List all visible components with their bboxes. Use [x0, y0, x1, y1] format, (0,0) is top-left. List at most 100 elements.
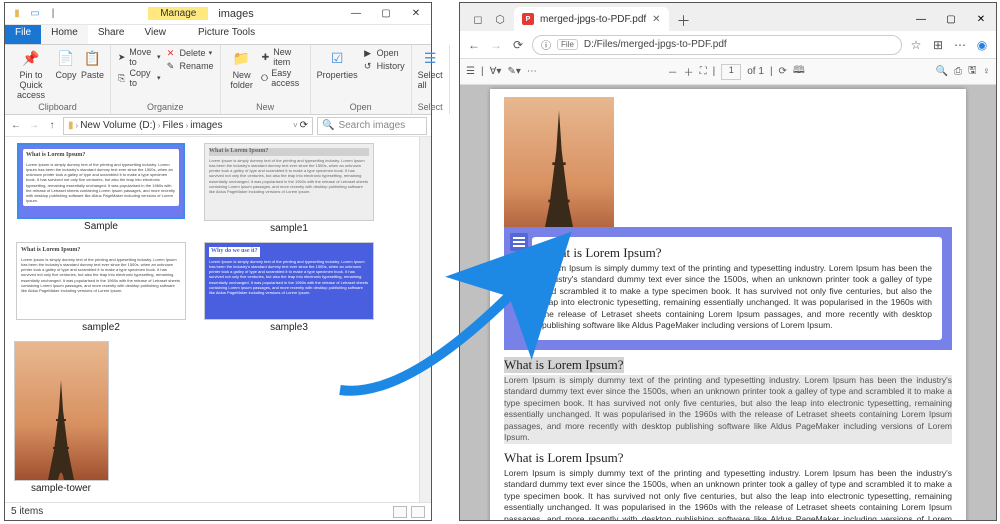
- rotate-button[interactable]: ⟳: [779, 66, 787, 77]
- fit-button[interactable]: ⛶: [700, 66, 707, 77]
- draw-undo-button[interactable]: ∀▾: [490, 66, 502, 77]
- zoom-out-button[interactable]: －: [668, 64, 678, 79]
- properties-button[interactable]: ☑Properties: [317, 47, 358, 80]
- file-info-icon: ⓘ: [541, 37, 551, 52]
- search-placeholder: Search images: [338, 120, 405, 131]
- browser-close-button[interactable]: ✕: [966, 7, 996, 31]
- print-button[interactable]: ⎙: [954, 66, 962, 77]
- crumb-images[interactable]: images: [190, 120, 222, 131]
- eiffel-tower-icon: [46, 380, 76, 480]
- group-clipboard-label: Clipboard: [38, 102, 77, 112]
- refresh-button[interactable]: ⟳: [300, 120, 308, 131]
- tab-home[interactable]: Home: [41, 25, 88, 44]
- item-count: 5 items: [11, 506, 43, 517]
- new-folder-button[interactable]: 📁New folder: [227, 47, 257, 90]
- details-view-button[interactable]: [393, 506, 407, 518]
- up-button[interactable]: ↑: [45, 119, 59, 133]
- read-aloud-button[interactable]: 🕮: [793, 63, 805, 80]
- find-button[interactable]: 🔍: [936, 66, 948, 77]
- draw-button[interactable]: ✎▾: [507, 66, 520, 77]
- lorem-body: Lorem Ipsum is simply dummy text of the …: [542, 263, 932, 332]
- group-open-label: Open: [350, 102, 372, 112]
- properties-qat-icon[interactable]: ▭: [27, 6, 43, 22]
- browser-back-button[interactable]: ←: [466, 37, 482, 53]
- browser-maximize-button[interactable]: ▢: [936, 7, 966, 31]
- page-input[interactable]: 1: [721, 64, 741, 80]
- browser-menu-button[interactable]: ⋯: [952, 37, 968, 53]
- copy-to-button[interactable]: ⎘Copy to ▾: [117, 68, 161, 88]
- open-button[interactable]: ▶Open: [362, 47, 405, 59]
- move-to-button[interactable]: ➤Move to ▾: [117, 47, 161, 67]
- file-item-sample1[interactable]: What is Lorem Ipsum?Lorem Ipsum is simpl…: [199, 143, 379, 234]
- history-button[interactable]: ↺History: [362, 60, 405, 72]
- file-item-sample[interactable]: What is Lorem Ipsum?Lorem Ipsum is simpl…: [11, 143, 191, 234]
- crumb-volume[interactable]: New Volume (D:): [80, 120, 156, 131]
- folder-icon[interactable]: ▮: [9, 6, 25, 22]
- tab-title: merged-jpgs-to-PDF.pdf: [540, 14, 646, 25]
- browser-tab[interactable]: P merged-jpgs-to-PDF.pdf ✕: [514, 7, 669, 31]
- status-bar: 5 items: [5, 502, 431, 520]
- thumbs-view-button[interactable]: [411, 506, 425, 518]
- tab-share[interactable]: Share: [88, 25, 135, 44]
- save-button[interactable]: 🖫: [968, 63, 977, 80]
- file-item-sample-tower[interactable]: sample-tower: [11, 341, 111, 494]
- pin-quick-access-button[interactable]: 📌Pin to Quick access: [11, 47, 51, 100]
- browser-minimize-button[interactable]: —: [906, 7, 936, 31]
- profile-icon[interactable]: ◻: [470, 11, 486, 27]
- new-item-button[interactable]: ✚New item: [261, 47, 304, 67]
- group-organize-label: Organize: [147, 102, 184, 112]
- zoom-in-button[interactable]: ＋: [684, 64, 694, 79]
- lorem-heading: What is Lorem Ipsum?: [504, 450, 952, 466]
- lorem-block-plain: What is Lorem Ipsum? Lorem Ipsum is simp…: [504, 450, 952, 520]
- file-label: sample2: [82, 322, 120, 333]
- pdf-more-button[interactable]: ⋯: [527, 66, 537, 77]
- search-icon: 🔍: [322, 120, 334, 131]
- document-icon: [510, 233, 528, 251]
- copilot-button[interactable]: ◉: [974, 37, 990, 53]
- url-input[interactable]: ⓘ File D:/Files/merged-jpgs-to-PDF.pdf: [532, 35, 902, 55]
- contents-button[interactable]: ☰: [466, 66, 475, 77]
- pdf-page: What is Lorem Ipsum? Lorem Ipsum is simp…: [490, 89, 966, 520]
- copy-button[interactable]: 📄Copy: [55, 47, 77, 80]
- ribbon: 📌Pin to Quick access 📄Copy 📋Paste Clipbo…: [5, 45, 431, 115]
- workspace-icon[interactable]: ⬡: [492, 11, 508, 27]
- search-input[interactable]: 🔍 Search images: [317, 117, 427, 135]
- manage-context-tab[interactable]: Manage: [148, 7, 208, 20]
- tab-view[interactable]: View: [135, 25, 177, 44]
- url-scheme-chip: File: [557, 39, 578, 50]
- tab-file[interactable]: File: [5, 25, 41, 44]
- close-tab-button[interactable]: ✕: [652, 14, 660, 25]
- file-label: Sample: [84, 221, 118, 232]
- pdf-menu-button[interactable]: ♀: [983, 66, 991, 77]
- collections-button[interactable]: ⊞: [930, 37, 946, 53]
- address-bar: ← → ↑ ▮ › New Volume (D:) › Files › imag…: [5, 115, 431, 137]
- browser-toolbar: ← → ⟳ ⓘ File D:/Files/merged-jpgs-to-PDF…: [460, 31, 996, 59]
- forward-button[interactable]: →: [27, 119, 41, 133]
- rename-button[interactable]: ✎Rename: [165, 60, 214, 72]
- group-select-label: Select: [418, 102, 443, 112]
- favorite-button[interactable]: ☆: [908, 37, 924, 53]
- file-item-sample2[interactable]: What is Lorem Ipsum?Lorem Ipsum is simpl…: [11, 242, 191, 333]
- pdf-icon: P: [522, 13, 534, 25]
- breadcrumb[interactable]: ▮ › New Volume (D:) › Files › images ˅ ⟳: [63, 117, 313, 135]
- select-all-button[interactable]: ☰Select all: [418, 47, 443, 90]
- file-label: sample3: [270, 322, 308, 333]
- back-button[interactable]: ←: [9, 119, 23, 133]
- lorem-block-purple: What is Lorem Ipsum? Lorem Ipsum is simp…: [504, 227, 952, 350]
- easy-access-button[interactable]: ⭘Easy access: [261, 68, 304, 88]
- file-label: sample1: [270, 223, 308, 234]
- delete-button[interactable]: ✕Delete ▾: [165, 47, 214, 59]
- maximize-button[interactable]: ▢: [371, 3, 401, 25]
- tab-picture-tools[interactable]: Picture Tools: [188, 25, 265, 44]
- paste-button[interactable]: 📋Paste: [81, 47, 104, 80]
- minimize-button[interactable]: —: [341, 3, 371, 25]
- new-tab-button[interactable]: ＋: [669, 11, 699, 31]
- explorer-titlebar: ▮ ▭ | Manage images — ▢ ✕: [5, 3, 431, 25]
- window-title: images: [218, 8, 253, 20]
- page-count: of 1: [747, 66, 764, 77]
- folder-icon: ▮: [68, 120, 74, 131]
- browser-refresh-button[interactable]: ⟳: [510, 37, 526, 53]
- close-button[interactable]: ✕: [401, 3, 431, 25]
- crumb-files[interactable]: Files: [162, 120, 183, 131]
- browser-forward-button[interactable]: →: [488, 37, 504, 53]
